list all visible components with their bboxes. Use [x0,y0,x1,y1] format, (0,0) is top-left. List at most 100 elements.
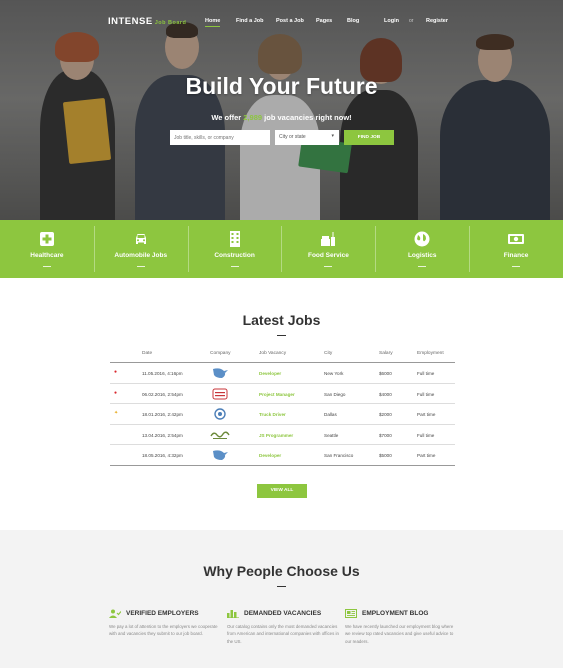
row-city: Dallas [324,412,337,417]
feature-title: DEMANDED VACANCIES [244,610,322,617]
category-divider [42,266,51,267]
medical-cross-icon [39,232,54,246]
row-city: Seattle [324,432,339,438]
row-date: 06.02.2016, 2:54pm [142,391,183,397]
table-row[interactable]: ✦ 18.01.2016, 2:42pm Truck Driver Dallas… [110,404,455,425]
row-position[interactable]: Project Manager [259,392,295,397]
row-salary: $6000 [379,371,392,376]
category-automobile[interactable]: Automobile Jobs [93,220,188,278]
table-header: Date Company Job Vacancy City Salary Emp… [110,347,455,363]
blue-bird-logo [213,450,228,460]
category-divider [136,266,145,267]
row-date: 11.05.2016, 4:16pm [142,371,183,376]
globe-icon [414,231,430,247]
latest-jobs-title: Latest Jobs [242,312,321,328]
table-row[interactable]: 13.04.2016, 2:54pm JS Programmer Seattle… [110,425,455,445]
table-row[interactable]: ● 06.02.2016, 2:54pm Project Manager San… [110,384,455,404]
category-label: Healthcare [30,252,64,259]
row-city: San Francisco [324,453,354,458]
nav-pages[interactable]: Pages [316,18,332,24]
hot-icon: ● [114,389,118,396]
row-position[interactable]: Developer [259,371,281,376]
row-city: San Diego [324,391,346,397]
category-bar: Healthcare Automobile Jobs Construction … [0,220,563,278]
or-separator: or [409,18,414,24]
row-employment: Full time [417,371,435,376]
job-search-input[interactable] [170,130,270,145]
newspaper-icon [345,609,357,618]
why-choose-us-section: Why People Choose Us VERIFIED EMPLOYERS … [0,530,563,668]
feature-text: Our catalog contains only the most deman… [227,624,339,644]
category-label: Food Service [307,252,349,259]
logo-text: INTENSE [108,16,153,27]
register-link[interactable]: Register [426,18,448,24]
category-divider [230,266,239,267]
title-divider [277,335,286,336]
vacancy-count: 2,989 [243,113,263,122]
column-date: Date [142,351,153,356]
category-label: Automobile Jobs [114,252,168,259]
feature-title: VERIFIED EMPLOYERS [126,610,199,617]
jobs-table: Date Company Job Vacancy City Salary Emp… [110,347,455,466]
nav-post-job[interactable]: Post a Job [276,18,304,24]
find-job-button[interactable]: FIND JOB [344,130,394,145]
table-row[interactable]: ● 11.05.2016, 4:16pm Developer New York … [110,363,455,384]
column-city: City [324,351,333,356]
row-salary: $7000 [379,432,392,438]
feature-title: EMPLOYMENT BLOG [362,610,429,617]
red-badge-logo [212,388,228,399]
blue-bird-logo [213,368,228,378]
category-divider [512,266,521,267]
column-salary: Salary [379,351,393,356]
hero-title: Build Your Future [185,73,378,99]
hero-subtitle: We offer 2,989 job vacancies right now! [0,113,563,122]
category-label: Finance [503,252,529,259]
site-logo[interactable]: INTENSE Job Board [108,16,186,27]
column-employment: Employment [417,351,444,356]
row-salary: $2000 [379,412,392,417]
category-construction[interactable]: Construction [187,220,282,278]
table-row[interactable]: 18.05.2016, 4:32pm Developer San Francis… [110,445,455,466]
row-position[interactable]: JS Programmer [259,433,293,438]
feature-text: We have recently launched our employment… [345,624,454,644]
why-title: Why People Choose Us [203,563,360,579]
row-employment: Full time [417,432,435,438]
bar-chart-icon [227,610,239,618]
building-icon [229,231,240,247]
view-all-button[interactable]: VIEW ALL [257,484,307,498]
row-salary: $4000 [379,391,392,397]
category-healthcare[interactable]: Healthcare [0,220,94,278]
row-date: 13.04.2016, 2:54pm [142,432,183,438]
nav-find-job[interactable]: Find a Job [236,18,264,24]
row-date: 18.05.2016, 4:32pm [142,453,183,458]
category-divider [324,266,333,267]
nav-home[interactable]: Home [205,18,221,27]
category-divider [418,266,427,267]
nav-blog[interactable]: Blog [347,18,359,24]
feature-text: We pay a lot of attention to the employe… [109,624,218,637]
row-position[interactable]: Developer [259,453,281,458]
category-logistics[interactable]: Logistics [375,220,469,278]
hero-sub-before: We offer [211,113,242,122]
top-navigation: INTENSE Job Board Home Find a Job Post a … [0,0,563,42]
green-script-logo [210,431,230,439]
row-employment: Part time [417,412,436,417]
category-finance[interactable]: Finance [469,220,563,278]
car-icon [135,234,146,244]
row-employment: Part time [417,453,436,458]
row-date: 18.01.2016, 2:42pm [142,412,183,417]
login-link[interactable]: Login [384,18,399,24]
title-divider [277,586,286,587]
row-city: New York [324,371,344,376]
row-salary: $5000 [379,453,392,458]
logo-subtitle: Job Board [154,20,187,26]
hero-banner: INTENSE Job Board Home Find a Job Post a … [0,0,563,220]
row-employment: Full time [417,391,435,397]
column-job-vacancy: Job Vacancy [259,351,287,356]
category-food-service[interactable]: Food Service [281,220,375,278]
city-select[interactable]: City or state ▾ [275,130,339,145]
category-label: Construction [214,252,255,259]
user-check-icon [109,609,121,618]
featured-icon: ✦ [114,410,119,416]
row-position[interactable]: Truck Driver [259,412,286,417]
